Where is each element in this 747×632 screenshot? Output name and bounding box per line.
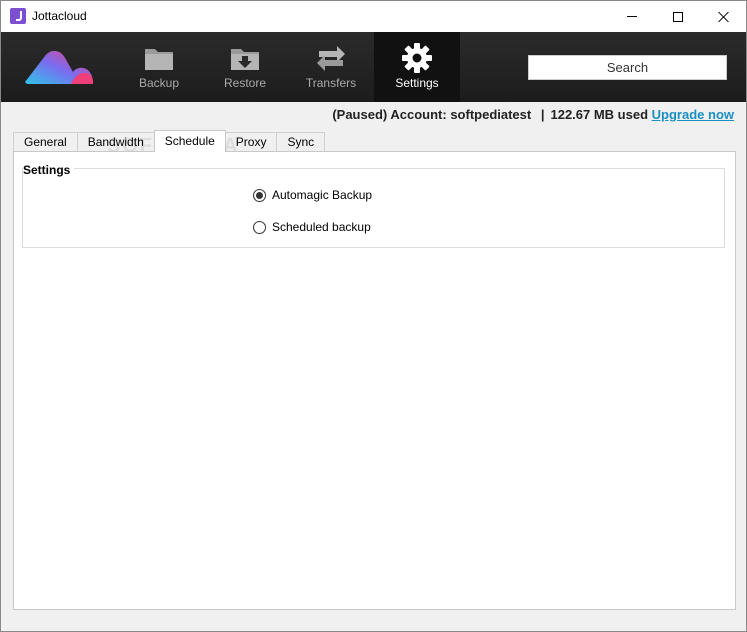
maximize-icon (673, 11, 683, 22)
main-toolbar: Backup Restore Transfers Settings Search (1, 32, 746, 102)
download-folder-icon (231, 49, 259, 70)
maximize-button[interactable] (655, 1, 701, 32)
gear-icon (402, 43, 432, 73)
folder-icon (145, 49, 173, 70)
schedule-panel: Settings Automagic Backup Scheduled back… (13, 151, 736, 610)
tab-sync[interactable]: Sync (276, 132, 326, 152)
nav-backup[interactable]: Backup (116, 32, 202, 102)
nav-transfers[interactable]: Transfers (288, 32, 374, 102)
settings-group: Settings Automagic Backup Scheduled back… (22, 163, 725, 248)
close-icon (718, 11, 730, 23)
nav-settings[interactable]: Settings (374, 32, 460, 102)
settings-tabs: General Bandwidth Schedule Proxy Sync (13, 130, 326, 152)
scheduled-backup-option[interactable]: Scheduled backup (253, 220, 371, 234)
tab-proxy[interactable]: Proxy (224, 132, 278, 152)
scheduled-backup-radio[interactable] (253, 220, 266, 234)
scheduled-backup-label: Scheduled backup (272, 220, 371, 234)
window-title: Jottacloud (32, 9, 87, 23)
account-label: Account: softpediatest (390, 107, 532, 122)
search-input[interactable] (529, 56, 726, 79)
tab-general[interactable]: General (13, 132, 78, 152)
nav-transfers-label: Transfers (305, 76, 357, 90)
nav-settings-label: Settings (395, 76, 439, 90)
account-status: (Paused) Account: softpediatest | 122.67 … (332, 107, 734, 122)
minimize-icon (627, 16, 637, 17)
status-separator: | (540, 107, 545, 122)
automagic-backup-radio[interactable] (253, 188, 266, 202)
tab-schedule[interactable]: Schedule (153, 130, 226, 152)
nav-backup-label: Backup (138, 76, 180, 90)
close-button[interactable] (701, 1, 747, 32)
jottacloud-logo (25, 50, 93, 84)
settings-group-title: Settings (23, 163, 75, 177)
tab-bandwidth[interactable]: Bandwidth (76, 132, 155, 152)
automagic-backup-label: Automagic Backup (272, 188, 373, 202)
app-window: Jottacloud Backup Restore Transfers Sett… (0, 0, 747, 632)
search-box (528, 55, 727, 80)
nav-restore-label: Restore (223, 76, 267, 90)
upgrade-now-link[interactable]: Upgrade now (652, 107, 734, 122)
minimize-button[interactable] (609, 1, 655, 32)
transfer-arrows-icon (317, 46, 345, 71)
automagic-backup-option[interactable]: Automagic Backup (253, 188, 372, 202)
jottacloud-app-icon (10, 8, 26, 24)
paused-status: (Paused) (332, 107, 388, 122)
storage-usage: 122.67 MB used (550, 107, 649, 122)
nav-restore[interactable]: Restore (202, 32, 288, 102)
title-bar: Jottacloud (1, 1, 746, 32)
